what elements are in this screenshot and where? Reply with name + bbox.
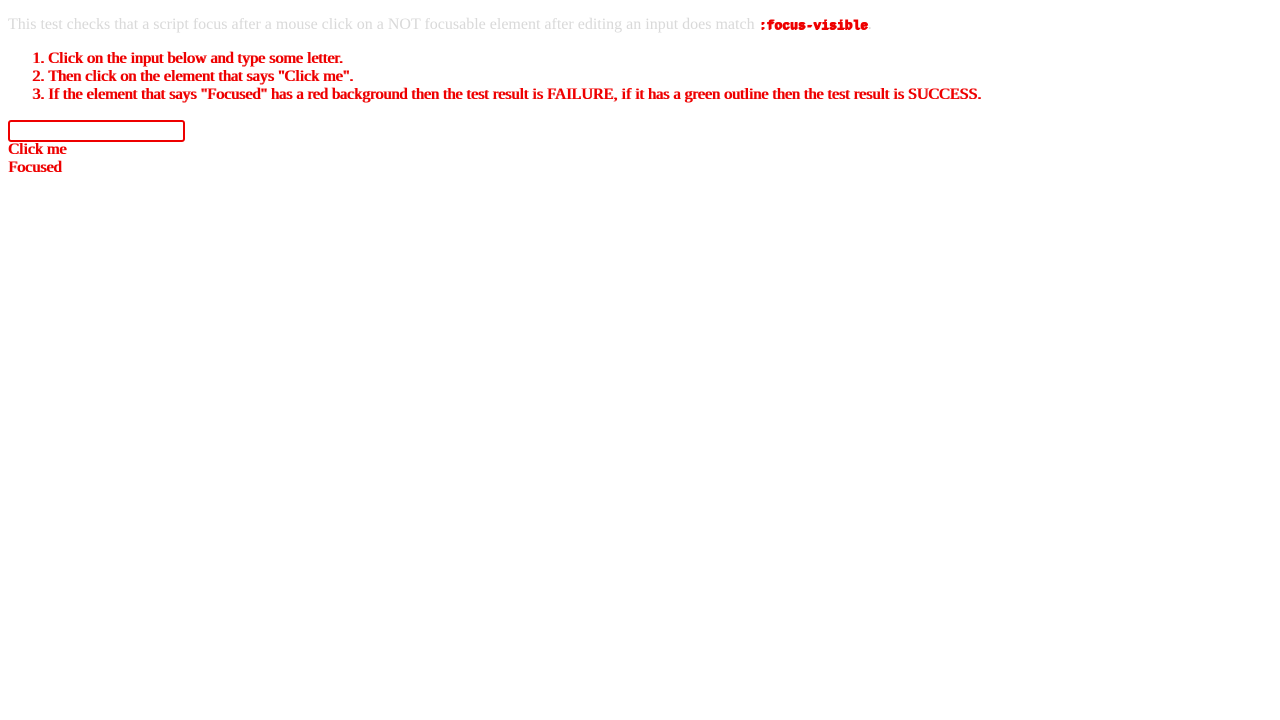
step-number: 3. (32, 86, 44, 103)
intro-paragraph: This test checks that a script focus aft… (8, 16, 872, 35)
focus-visible-code: :focus-visible (758, 18, 868, 33)
step-number: 1. (32, 50, 44, 67)
step-number: 2. (32, 68, 44, 85)
instruction-step-1: 1. Click on the input below and type some… (32, 50, 981, 68)
focused-element: Focused (8, 159, 62, 176)
intro-text: This test checks that a script focus aft… (8, 16, 759, 33)
instruction-list: 1. Click on the input below and type some… (32, 50, 981, 104)
step-text: Then click on the element that says "Cli… (48, 68, 353, 85)
instruction-step-2: 2. Then click on the element that says "C… (32, 68, 981, 86)
step-text: If the element that says "Focused" has a… (48, 86, 982, 103)
step-text: Click on the input below and type some l… (48, 50, 343, 67)
instruction-step-3: 3. If the element that says "Focused" has… (32, 86, 981, 104)
intro-trailing: . (867, 16, 872, 33)
test-input[interactable] (8, 120, 185, 142)
click-me-element[interactable]: Click me (8, 141, 66, 159)
